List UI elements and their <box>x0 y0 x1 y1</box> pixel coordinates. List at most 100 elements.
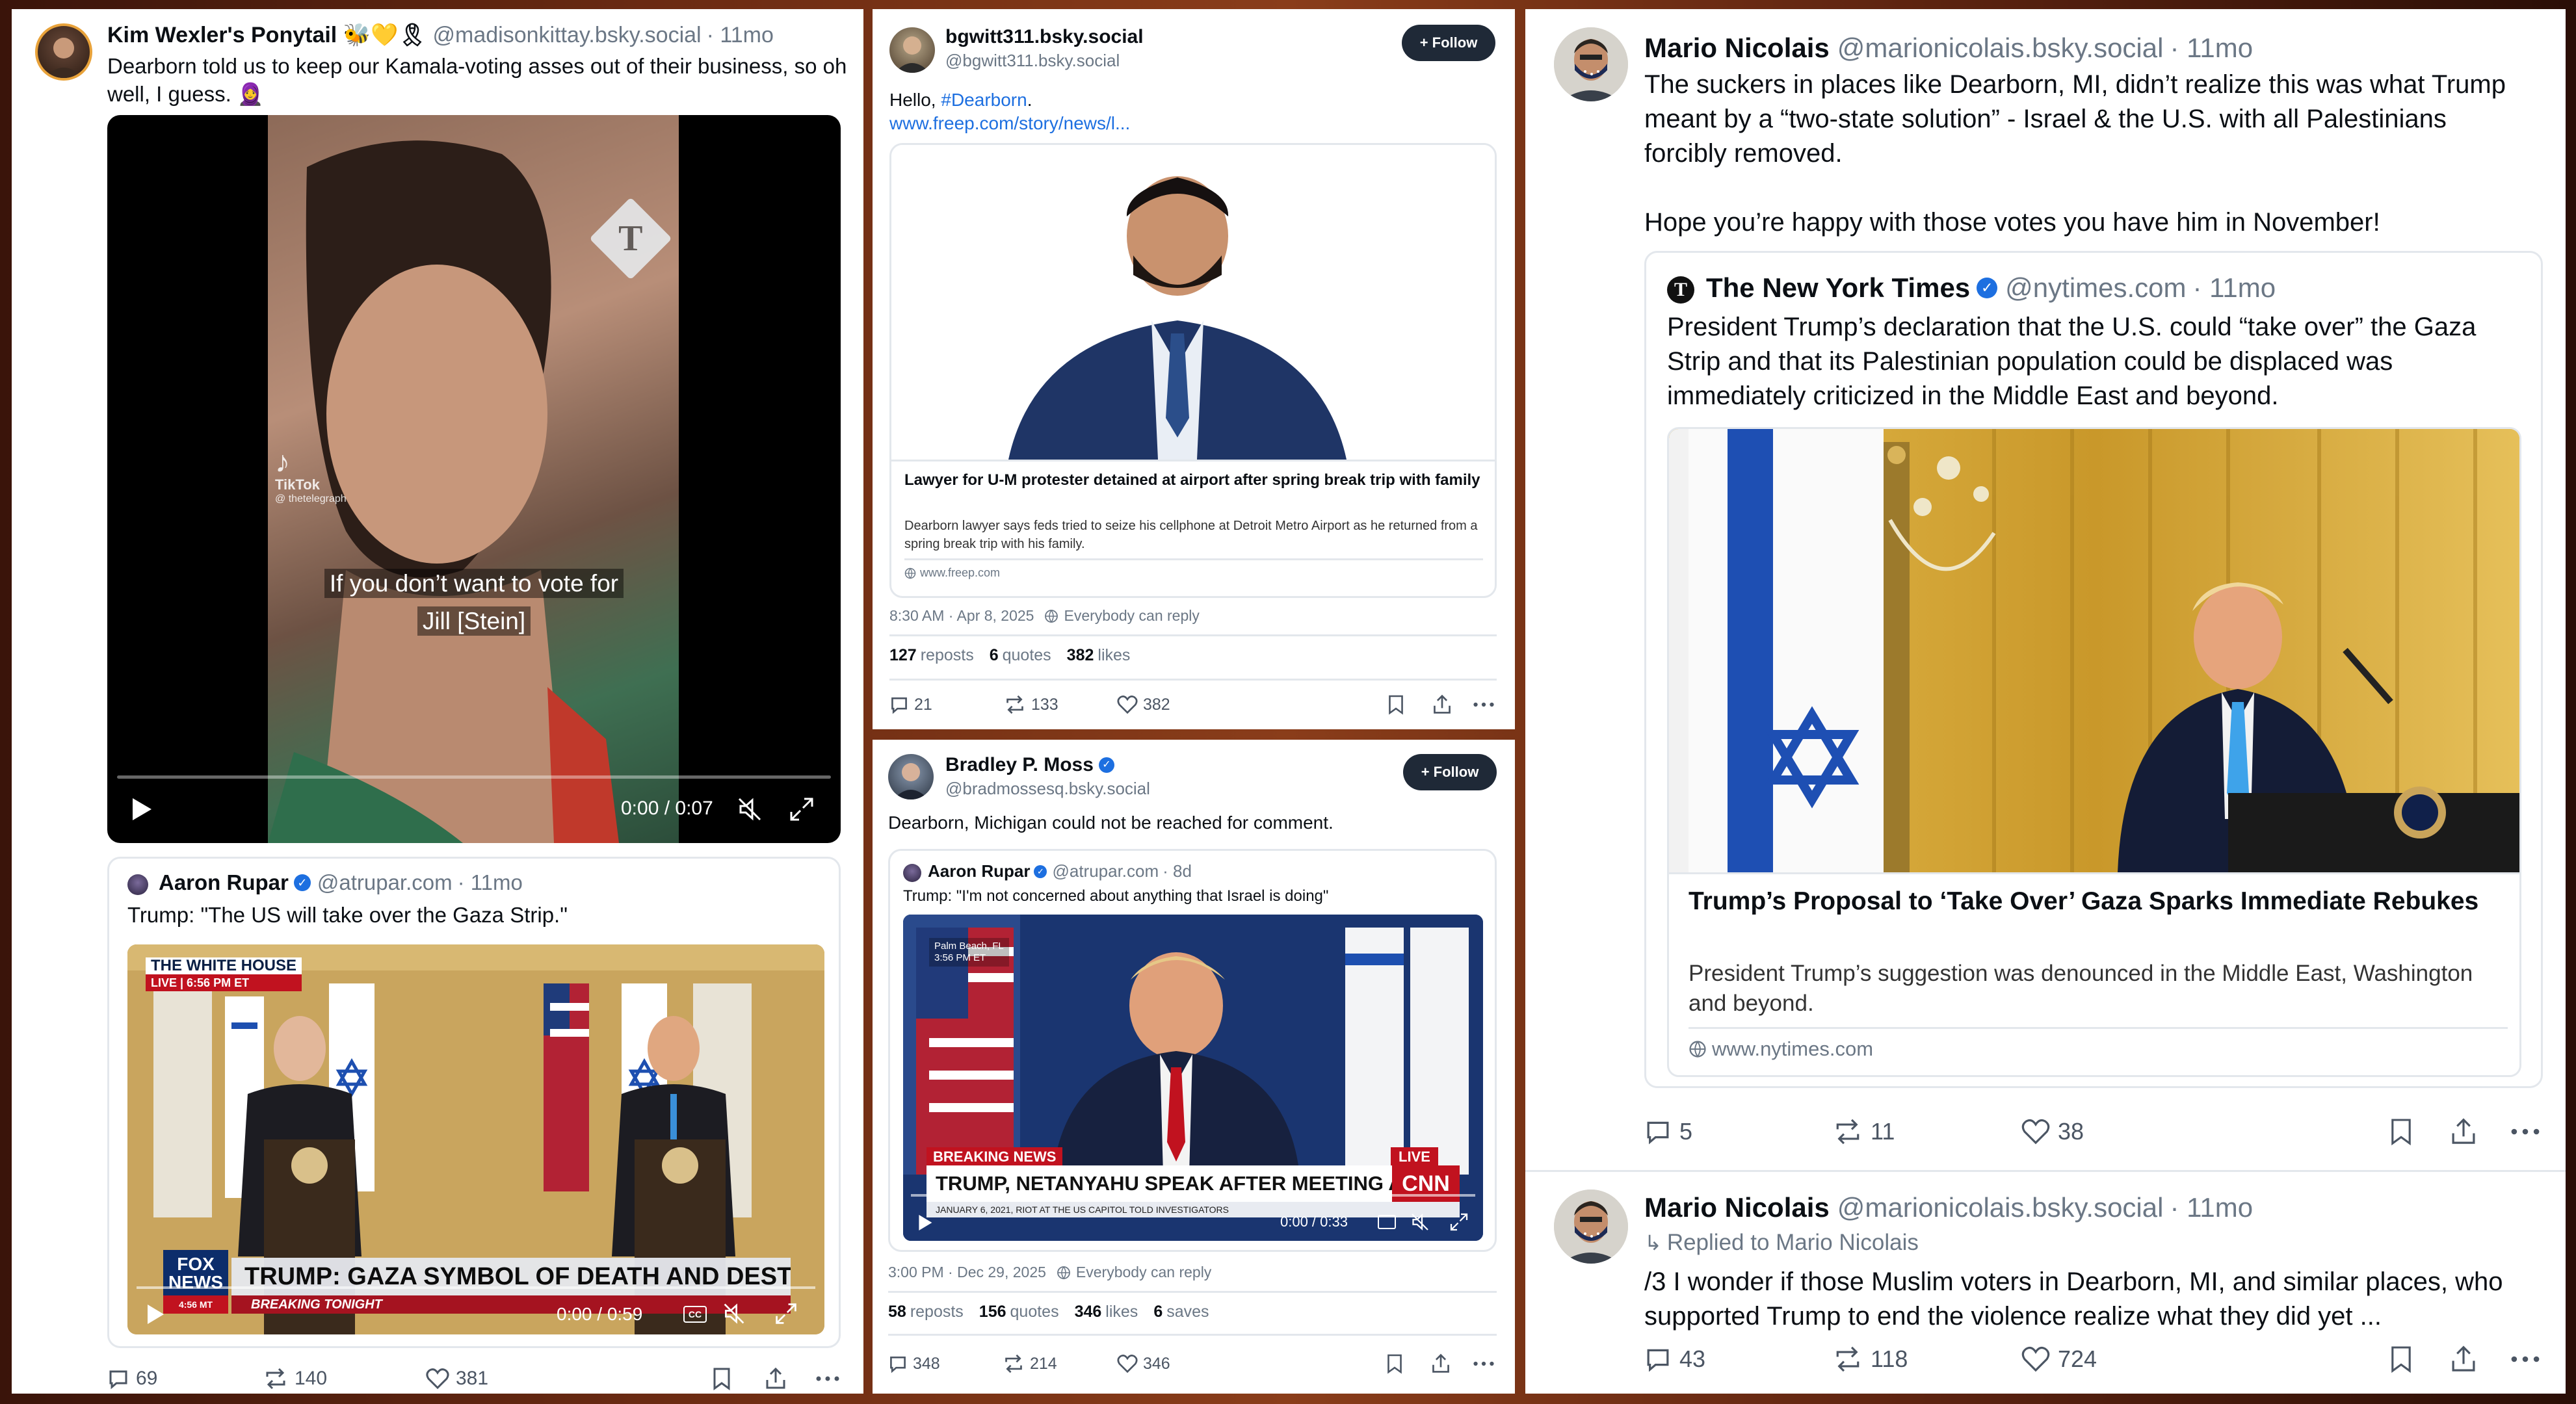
avatar[interactable] <box>1554 1190 1628 1264</box>
bookmark-icon[interactable] <box>1386 1353 1403 1374</box>
repost-button[interactable]: 11 <box>1833 1118 1895 1145</box>
captions-icon[interactable]: CC <box>683 1306 707 1323</box>
bookmark-icon[interactable] <box>712 1367 731 1390</box>
play-icon[interactable] <box>130 796 153 822</box>
like-button[interactable]: 382 <box>1117 695 1170 714</box>
article-card[interactable]: Trump’s Proposal to ‘Take Over’ Gaza Spa… <box>1667 427 2521 1077</box>
reposts-count[interactable]: 127 <box>889 646 917 665</box>
author-handle[interactable]: @madisonkittay.bsky.social <box>433 23 702 48</box>
repost-button[interactable]: 214 <box>1003 1354 1057 1373</box>
share-icon[interactable] <box>2449 1345 2478 1373</box>
repost-button[interactable]: 118 <box>1833 1346 1908 1373</box>
author-name[interactable]: The New York Times <box>1706 272 1970 304</box>
bookmark-icon[interactable] <box>2389 1345 2413 1373</box>
author-handle[interactable]: @nytimes.com <box>2005 272 2186 304</box>
avatar[interactable] <box>889 27 935 73</box>
reposts-count[interactable]: 58 <box>888 1303 906 1321</box>
avatar[interactable] <box>127 874 148 895</box>
video-progress-track[interactable] <box>911 1194 1475 1197</box>
video-player[interactable]: THE WHITE HOUSE LIVE | 6:56 PM ET FOX NE… <box>127 944 824 1334</box>
quoted-post-nyt[interactable]: T The New York Times ✓ @nytimes.com · 11… <box>1644 251 2543 1088</box>
share-icon[interactable] <box>1432 694 1452 715</box>
post-time[interactable]: · 8d <box>1163 861 1192 881</box>
quoted-post-aaron[interactable]: Aaron Rupar ✓ @atrupar.com · 8d Trump: "… <box>888 849 1497 1252</box>
reply-button[interactable]: 21 <box>889 695 932 714</box>
likes-count[interactable]: 382 <box>1067 646 1094 665</box>
captions-icon[interactable] <box>1378 1215 1396 1229</box>
avatar[interactable] <box>35 23 92 81</box>
avatar[interactable] <box>1554 27 1628 101</box>
saves-count[interactable]: 6 <box>1153 1303 1163 1321</box>
quotes-count[interactable]: 156 <box>979 1303 1006 1321</box>
quoted-post-aaron[interactable]: Aaron Rupar ✓ @atrupar.com · 11mo Trump:… <box>107 857 841 1348</box>
reply-button[interactable]: 5 <box>1644 1118 1692 1145</box>
share-icon[interactable] <box>1430 1353 1451 1374</box>
post-time[interactable]: · 11mo <box>707 23 774 48</box>
fullscreen-icon[interactable] <box>774 1302 798 1325</box>
like-button[interactable]: 38 <box>2021 1118 2084 1145</box>
author-handle[interactable]: @marionicolais.bsky.social <box>1837 32 2164 64</box>
more-icon[interactable] <box>2509 1345 2542 1373</box>
more-icon[interactable] <box>1472 694 1495 715</box>
post-panel-middle-bottom[interactable]: Bradley P. Moss ✓ @bradmossesq.bsky.soci… <box>873 740 1515 1394</box>
repost-button[interactable]: 140 <box>263 1368 327 1390</box>
author-name[interactable]: Mario Nicolais <box>1644 32 1830 64</box>
reply-button[interactable]: 43 <box>1644 1346 1705 1373</box>
post-timestamp[interactable]: 8:30 AM · Apr 8, 2025 <box>889 607 1034 625</box>
post-time[interactable]: · 11mo <box>2170 32 2253 64</box>
more-icon[interactable] <box>815 1367 841 1390</box>
reply-button[interactable]: 69 <box>107 1368 157 1390</box>
follow-button[interactable]: + Follow <box>1403 754 1497 790</box>
avatar[interactable] <box>888 754 934 800</box>
fullscreen-icon[interactable] <box>789 796 815 822</box>
author-handle[interactable]: @marionicolais.bsky.social <box>1837 1192 2164 1223</box>
author-name[interactable]: Mario Nicolais <box>1644 1192 1830 1223</box>
follow-button[interactable]: + Follow <box>1402 25 1495 61</box>
quotes-count[interactable]: 6 <box>990 646 999 665</box>
share-icon[interactable] <box>764 1367 787 1390</box>
replied-to-label[interactable]: Replied to Mario Nicolais <box>1667 1230 1919 1256</box>
reply-button[interactable]: 348 <box>888 1354 940 1373</box>
post-panel-middle-top[interactable]: bgwitt311.bsky.social @bgwitt311.bsky.so… <box>873 9 1515 729</box>
share-icon[interactable] <box>2449 1117 2478 1146</box>
reply-setting[interactable]: Everybody can reply <box>1076 1264 1211 1281</box>
play-icon[interactable] <box>146 1303 165 1325</box>
fullscreen-icon[interactable] <box>1449 1212 1469 1232</box>
video-progress-track[interactable] <box>117 775 831 779</box>
mute-icon[interactable] <box>737 796 763 822</box>
avatar[interactable] <box>903 864 921 882</box>
mute-icon[interactable] <box>1410 1212 1430 1232</box>
video-player[interactable]: T ♪ TikTok @ thetelegraph If you don’t w… <box>107 115 841 843</box>
post-timestamp[interactable]: 3:00 PM · Dec 29, 2025 <box>888 1264 1046 1281</box>
post-mario-1[interactable]: Mario Nicolais @marionicolais.bsky.socia… <box>1525 9 2566 1166</box>
author-name[interactable]: Kim Wexler's Ponytail 🐝💛🎗 <box>107 22 427 48</box>
post-mario-2[interactable]: Mario Nicolais @marionicolais.bsky.socia… <box>1525 1173 2566 1394</box>
author-name[interactable]: Bradley P. Moss <box>945 754 1094 776</box>
link-card-title[interactable]: Lawyer for U-M protester detained at air… <box>904 470 1483 491</box>
author-handle[interactable]: @atrupar.com <box>317 870 453 895</box>
post-kim[interactable]: Kim Wexler's Ponytail 🐝💛🎗 @madisonkittay… <box>12 9 863 848</box>
author-name[interactable]: Aaron Rupar <box>159 870 289 895</box>
article-title[interactable]: Trump’s Proposal to ‘Take Over’ Gaza Spa… <box>1689 884 2508 918</box>
author-name[interactable]: bgwitt311.bsky.social <box>945 26 1144 48</box>
author-handle[interactable]: @bradmossesq.bsky.social <box>945 779 1150 799</box>
hashtag-link[interactable]: #Dearborn <box>941 90 1027 110</box>
bookmark-icon[interactable] <box>1387 694 1404 715</box>
like-button[interactable]: 724 <box>2021 1346 2097 1373</box>
author-handle[interactable]: @atrupar.com <box>1052 861 1159 881</box>
author-handle[interactable]: @bgwitt311.bsky.social <box>945 51 1120 71</box>
more-icon[interactable] <box>2509 1117 2542 1146</box>
more-icon[interactable] <box>1472 1353 1495 1374</box>
reply-setting[interactable]: Everybody can reply <box>1064 607 1199 625</box>
link-card[interactable]: Lawyer for U-M protester detained at air… <box>889 143 1497 598</box>
like-button[interactable]: 381 <box>426 1368 488 1390</box>
post-time[interactable]: · 11mo <box>458 870 523 895</box>
video-player[interactable]: Palm Beach, FL 3:56 PM ET BREAKING NEWS … <box>903 915 1483 1241</box>
likes-count[interactable]: 346 <box>1075 1303 1102 1321</box>
post-time[interactable]: · 11mo <box>2193 272 2276 304</box>
nyt-logo-icon[interactable]: T <box>1667 276 1694 304</box>
mute-icon[interactable] <box>722 1302 746 1325</box>
video-progress-track[interactable] <box>137 1286 815 1289</box>
repost-button[interactable]: 133 <box>1004 695 1058 714</box>
author-name[interactable]: Aaron Rupar <box>928 861 1030 881</box>
